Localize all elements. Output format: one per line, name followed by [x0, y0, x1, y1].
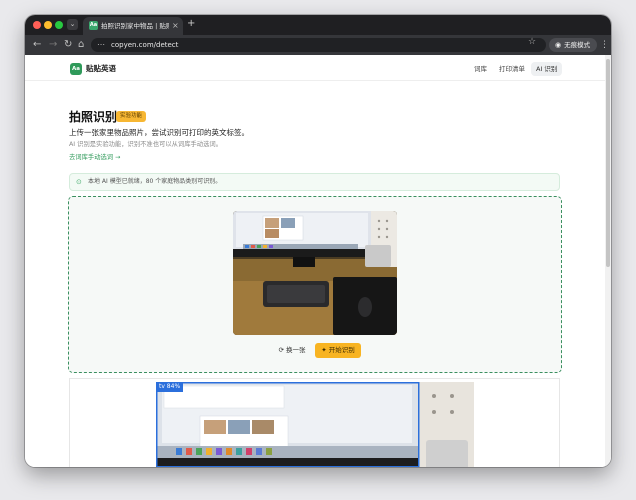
tab-close-icon[interactable]: ×: [172, 20, 179, 31]
address-bar[interactable]: ⋯ copyen.com/detect: [91, 38, 546, 52]
new-tab-button[interactable]: +: [187, 18, 195, 30]
page-subtitle: AI 识别是实验功能，识别不准也可以从词库手动选词。: [69, 141, 222, 148]
incognito-indicator[interactable]: ◉ 无痕模式: [549, 38, 597, 52]
site-brand[interactable]: 贴贴英语: [86, 63, 116, 75]
check-circle-icon: ⊙: [76, 178, 82, 186]
nav-item-wordbank[interactable]: 词库: [474, 62, 487, 76]
favicon-icon: Aa: [89, 21, 98, 30]
window-minimize-button[interactable]: [44, 21, 52, 29]
incognito-label: 无痕模式: [564, 41, 591, 49]
sparkle-icon: ✦: [321, 346, 327, 354]
page-viewport: Aa 贴贴英语 词库 打印清单 AI 识别 拍照识别 实验功能 上传一张家里物品…: [25, 55, 611, 467]
site-logo[interactable]: Aa: [70, 63, 82, 75]
start-detect-label: 开始识别: [328, 346, 355, 354]
incognito-icon: ◉: [555, 41, 562, 49]
page-scrollbar[interactable]: [605, 55, 611, 467]
window-close-button[interactable]: [33, 21, 41, 29]
refresh-icon: ⟳: [278, 346, 284, 354]
home-icon[interactable]: ⌂: [78, 38, 84, 52]
model-status-bar: ⊙ 本地 AI 模型已就绪，80 个家庭物品类别可识别。: [69, 173, 560, 191]
tab-title: 拍照识别家中物品 | 贴贴英语 /: [101, 22, 169, 30]
site-info-icon[interactable]: ⋯: [97, 39, 105, 51]
detection-result-image: tv 84%: [156, 382, 474, 467]
bookmark-star-icon[interactable]: ☆: [528, 36, 536, 48]
page-title: 拍照识别: [69, 110, 118, 124]
reload-icon[interactable]: ↻: [64, 38, 72, 52]
model-status-text: 本地 AI 模型已就绪，80 个家庭物品类别可识别。: [88, 178, 222, 185]
detection-result-card: tv 84%: [69, 378, 560, 467]
start-detect-button[interactable]: ✦ 开始识别: [315, 343, 361, 358]
scrollbar-thumb[interactable]: [606, 59, 610, 267]
tab-strip: ⌄ Aa 拍照识别家中物品 | 贴贴英语 / × +: [25, 15, 611, 35]
nav-item-print-list[interactable]: 打印清单: [499, 62, 525, 76]
browser-tab[interactable]: Aa 拍照识别家中物品 | 贴贴英语 / ×: [83, 17, 183, 35]
browser-menu-icon[interactable]: ⋮: [600, 38, 609, 52]
uploaded-photo-preview: [233, 211, 397, 335]
annotated-photo-image: [156, 382, 474, 467]
forward-icon[interactable]: →: [49, 38, 57, 52]
manual-select-link[interactable]: 去词库手动选词 →: [69, 153, 120, 162]
detection-label-badge: tv 84%: [156, 382, 184, 392]
back-icon[interactable]: ←: [33, 38, 41, 52]
experimental-badge: 实验功能: [116, 111, 147, 122]
upload-dropzone[interactable]: ⟳ 换一张 ✦ 开始识别: [68, 196, 562, 373]
browser-window: ⌄ Aa 拍照识别家中物品 | 贴贴英语 / × + ← → ↻ ⌂ ⋯ cop…: [25, 15, 611, 467]
page-lead: 上传一张家里物品照片，尝试识别可打印的英文标签。: [69, 128, 249, 137]
swap-photo-button[interactable]: ⟳ 换一张: [272, 343, 312, 357]
url-text[interactable]: copyen.com/detect: [111, 40, 178, 50]
browser-toolbar: ← → ↻ ⌂ ⋯ copyen.com/detect ☆ ◉ 无痕模式 ⋮: [25, 35, 611, 55]
nav-item-ai-detect[interactable]: AI 识别: [531, 62, 563, 76]
window-maximize-button[interactable]: [55, 21, 63, 29]
desk-photo-image: [233, 211, 397, 335]
swap-photo-label: 换一张: [286, 346, 306, 354]
site-header: Aa 贴贴英语 词库 打印清单 AI 识别: [25, 55, 605, 81]
tab-search-button[interactable]: ⌄: [67, 19, 78, 30]
